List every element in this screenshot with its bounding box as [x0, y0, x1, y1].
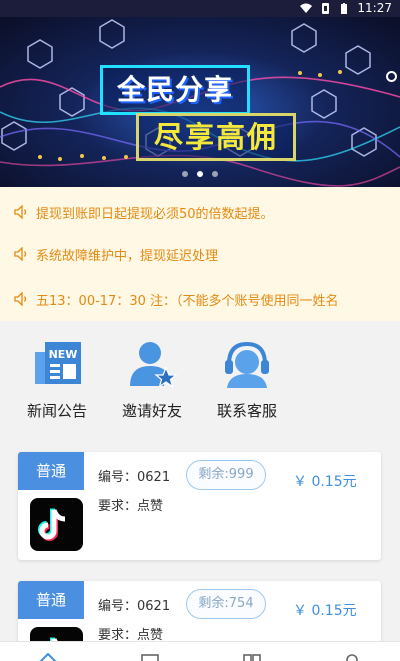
carousel-dot[interactable]	[182, 171, 188, 177]
banner-subheadline: 尽享高佣	[136, 113, 296, 161]
wifi-icon	[300, 3, 313, 13]
quick-links: NEW 新闻公告 邀请好友 联系客服	[0, 330, 400, 430]
carousel-indicator[interactable]	[0, 171, 400, 177]
task-code: 编号：0621	[98, 470, 171, 485]
quick-link-label: 新闻公告	[26, 402, 87, 420]
remaining-badge: 剩余:754	[186, 589, 266, 619]
bottom-tab-bar	[0, 641, 400, 661]
task-price: ￥ 0.15元	[293, 474, 357, 490]
task-type-tag: 普通	[18, 452, 84, 490]
notice-item[interactable]: 提现到账即日起提现必须50的倍数起提。	[14, 200, 386, 224]
invite-friends-link[interactable]: 邀请好友	[112, 338, 192, 421]
invite-friend-icon	[130, 342, 178, 388]
profile-icon[interactable]	[342, 652, 362, 661]
promo-banner[interactable]: 全民分享 尽享高佣	[0, 17, 400, 187]
speaker-icon	[14, 292, 27, 306]
task-code: 编号：0621	[98, 599, 171, 614]
no-sim-icon	[322, 2, 330, 14]
notice-board: 提现到账即日起提现必须50的倍数起提。 系统故障维护中，提现延迟处理 五13：0…	[0, 187, 400, 321]
record-icon[interactable]	[242, 652, 262, 661]
notice-item[interactable]: 系统故障维护中，提现延迟处理	[14, 242, 386, 266]
status-bar: 11:27	[0, 0, 400, 17]
news-icon-text: NEW	[49, 348, 78, 361]
carousel-dot-active[interactable]	[197, 171, 203, 177]
quick-link-label: 联系客服	[216, 402, 277, 420]
tiktok-icon	[30, 498, 83, 551]
notice-text: 系统故障维护中，提现延迟处理	[36, 248, 219, 264]
notice-text: 五13：00-17：30 注：（不能多个账号使用同一姓名	[36, 293, 339, 309]
task-icon[interactable]	[140, 652, 160, 661]
task-requirement: 要求：点赞	[98, 499, 164, 514]
customer-service-icon	[225, 341, 269, 388]
home-icon[interactable]	[38, 652, 58, 661]
news-announcement-link[interactable]: NEW 新闻公告	[17, 338, 97, 421]
battery-icon	[341, 2, 348, 14]
task-price: ￥ 0.15元	[293, 603, 357, 619]
clock: 11:27	[357, 1, 392, 15]
news-icon: NEW	[35, 342, 81, 384]
task-card[interactable]: 普通 编号：0621 要求：点赞 剩余:999 ￥ 0.15元	[18, 452, 381, 560]
task-type-tag: 普通	[18, 581, 84, 619]
speaker-icon	[14, 247, 27, 261]
banner-headline: 全民分享	[100, 65, 250, 115]
carousel-dot[interactable]	[212, 171, 218, 177]
contact-support-link[interactable]: 联系客服	[207, 338, 287, 421]
quick-link-label: 邀请好友	[121, 402, 182, 420]
speaker-icon	[14, 205, 27, 219]
banner-ring-icon	[386, 71, 397, 82]
notice-item[interactable]: 五13：00-17：30 注：（不能多个账号使用同一姓名	[14, 287, 386, 311]
notice-text: 提现到账即日起提现必须50的倍数起提。	[36, 206, 274, 222]
remaining-badge: 剩余:999	[186, 460, 266, 490]
